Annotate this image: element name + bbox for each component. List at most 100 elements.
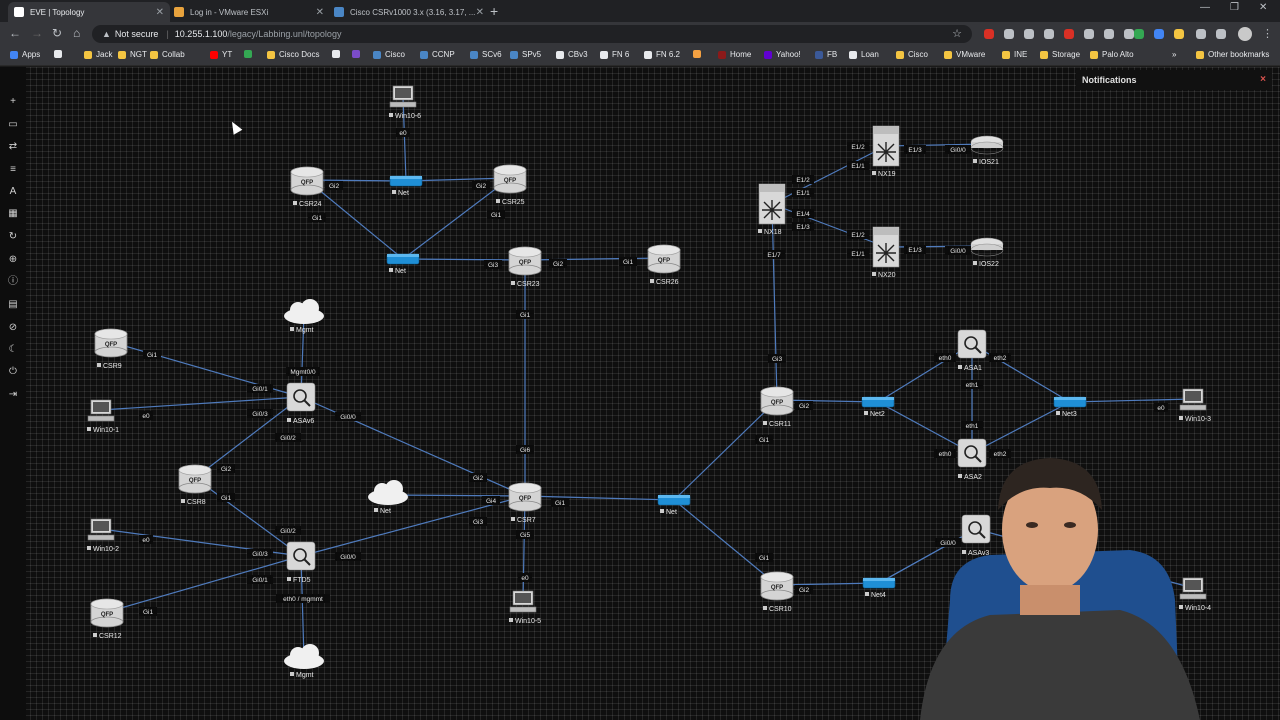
- node-asa1[interactable]: ASA1: [957, 329, 987, 372]
- node-csr26[interactable]: QFP CSR26: [647, 244, 681, 286]
- node-nx18[interactable]: NX18: [758, 183, 786, 236]
- interface-label: Gi4: [486, 498, 497, 505]
- node-label: Win10-6: [395, 113, 421, 120]
- node-csr11[interactable]: QFP CSR11: [760, 386, 794, 428]
- topology-link[interactable]: [971, 343, 1071, 403]
- moon-icon[interactable]: ☾: [6, 343, 20, 357]
- topology-link[interactable]: [673, 499, 778, 586]
- list-icon[interactable]: ≡: [6, 163, 20, 177]
- close-notifications-icon[interactable]: ×: [1260, 74, 1266, 85]
- node-asav6[interactable]: ASAv6: [286, 382, 316, 425]
- interface-label: E1/2: [851, 144, 865, 151]
- node-label: FTD5: [293, 577, 311, 584]
- node-win10_3[interactable]: Win10-3: [1179, 388, 1211, 423]
- zoom-icon[interactable]: ⊕: [6, 253, 20, 267]
- topology-link[interactable]: [300, 396, 526, 497]
- interface-label: Gi0/0: [340, 414, 356, 421]
- node-label: Net: [395, 268, 406, 275]
- interface-label: E1/1: [851, 163, 865, 170]
- interface-label: Gi2: [473, 475, 484, 482]
- node-win10_1[interactable]: Win10-1: [87, 399, 119, 434]
- notifications-title: Notifications: [1082, 75, 1137, 85]
- node-csr12[interactable]: QFP CSR12: [90, 598, 124, 640]
- topology-link[interactable]: [402, 258, 526, 261]
- node-win10_2[interactable]: Win10-2: [87, 518, 119, 553]
- interface-label: Gi0/3: [252, 411, 268, 418]
- node-label: Win10-1: [93, 427, 119, 434]
- node-mgmt_bottom[interactable]: Mgmt: [284, 644, 324, 679]
- interface-label: Gi2: [799, 587, 810, 594]
- node-csr10[interactable]: QFP CSR10: [760, 571, 794, 613]
- node-icon[interactable]: ▭: [6, 118, 20, 132]
- text-icon[interactable]: A: [6, 185, 20, 199]
- topology-link[interactable]: [1069, 398, 1194, 403]
- node-ios22[interactable]: IOS22: [970, 237, 1004, 268]
- topology-link[interactable]: [524, 257, 665, 261]
- node-ftd5[interactable]: FTD5: [286, 541, 316, 584]
- node-label: Mgmt: [296, 327, 314, 334]
- info-icon[interactable]: ⓘ: [6, 275, 20, 289]
- svg-text:QFP: QFP: [504, 178, 516, 184]
- node-net_cloud[interactable]: Net: [368, 480, 408, 515]
- status-icon[interactable]: ⊘: [6, 321, 20, 335]
- node-label: CSR26: [656, 279, 679, 286]
- node-csr8[interactable]: QFP CSR8: [178, 464, 212, 506]
- topology-link[interactable]: [522, 495, 526, 602]
- interface-label: eth1: [966, 382, 979, 389]
- node-label: Net: [398, 190, 409, 197]
- node-label: CSR11: [769, 421, 791, 428]
- node-net_c[interactable]: Net: [657, 494, 691, 516]
- node-csr24[interactable]: QFP CSR24: [290, 166, 324, 208]
- lock-icon[interactable]: ▤: [6, 298, 20, 312]
- interface-label: e0: [142, 413, 150, 420]
- refresh-icon[interactable]: ↻: [6, 230, 20, 244]
- interface-label: eth0: [939, 355, 952, 362]
- interface-label: E1/7: [767, 252, 781, 259]
- power-icon[interactable]: ⏻: [6, 365, 20, 379]
- grid-icon[interactable]: ▦: [6, 207, 20, 221]
- node-label: Win10-3: [1185, 416, 1211, 423]
- logout-icon[interactable]: ⇥: [6, 388, 20, 402]
- node-nx20[interactable]: NX20: [872, 226, 900, 279]
- svg-text:QFP: QFP: [519, 496, 531, 502]
- add-icon[interactable]: +: [6, 95, 20, 109]
- node-win10_5[interactable]: Win10-5: [509, 590, 541, 625]
- node-label: CSR24: [299, 201, 322, 208]
- node-net_a[interactable]: Net: [389, 175, 423, 197]
- topology-link[interactable]: [673, 399, 778, 501]
- node-csr7[interactable]: QFP CSR7: [508, 482, 542, 524]
- node-label: CSR7: [517, 517, 536, 524]
- interface-label: Gi1: [520, 312, 531, 319]
- svg-text:QFP: QFP: [771, 400, 783, 406]
- interface-label: E1/3: [908, 147, 922, 154]
- node-label: NX19: [878, 171, 896, 178]
- node-nx19[interactable]: NX19: [872, 125, 900, 178]
- node-label: ASAv6: [293, 418, 314, 425]
- interface-label: Gi1: [491, 212, 502, 219]
- interface-label: Gi0/0: [950, 147, 966, 154]
- node-label: NX18: [764, 229, 782, 236]
- topology-link[interactable]: [100, 396, 302, 411]
- topology-link[interactable]: [771, 203, 887, 248]
- interface-label: Gi0/0: [340, 554, 356, 561]
- topology-link[interactable]: [402, 95, 407, 182]
- node-csr23[interactable]: QFP CSR23: [508, 246, 542, 288]
- topology-link[interactable]: [771, 145, 887, 205]
- network-icon[interactable]: ⇄: [6, 140, 20, 154]
- node-mgmt_top[interactable]: Mgmt: [284, 299, 324, 334]
- topology-link[interactable]: [387, 494, 526, 497]
- node-label: Net: [666, 509, 677, 516]
- interface-label: Gi3: [488, 262, 499, 269]
- node-net_b[interactable]: Net: [386, 253, 420, 275]
- node-ios21[interactable]: IOS21: [970, 135, 1004, 166]
- node-win10_6[interactable]: Win10-6: [389, 85, 421, 120]
- node-csr9[interactable]: QFP CSR9: [94, 328, 128, 370]
- interface-label: Gi3: [772, 356, 783, 363]
- topology-link[interactable]: [300, 555, 305, 660]
- interface-label: E1/3: [908, 247, 922, 254]
- node-label: Mgmt: [296, 672, 314, 679]
- topology-link[interactable]: [524, 495, 675, 501]
- svg-text:QFP: QFP: [301, 180, 313, 186]
- interface-label: eth2: [994, 355, 1007, 362]
- node-csr25[interactable]: QFP CSR25: [493, 164, 527, 206]
